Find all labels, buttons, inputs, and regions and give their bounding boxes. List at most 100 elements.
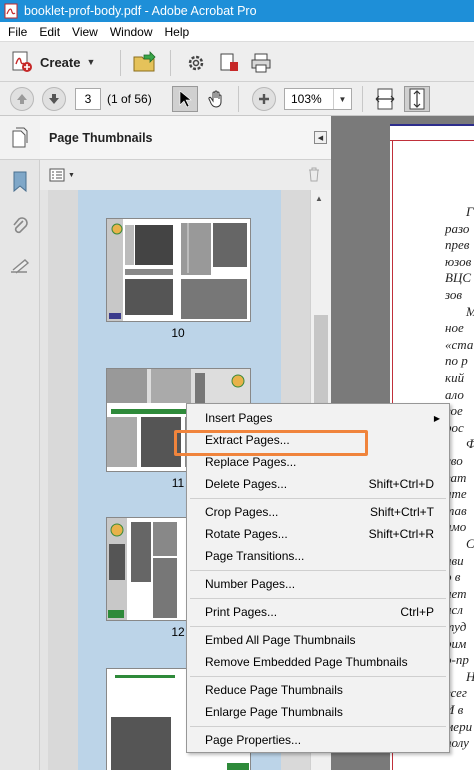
menu-file[interactable]: File bbox=[2, 25, 33, 39]
document-text-line: зов bbox=[445, 287, 463, 302]
document-text-line: по р bbox=[445, 353, 468, 369]
document-text-line: кий bbox=[445, 370, 465, 385]
menu-edit[interactable]: Edit bbox=[33, 25, 66, 39]
page-thumbnails-icon[interactable] bbox=[8, 126, 32, 150]
chevron-down-icon: ▼ bbox=[68, 171, 75, 179]
menu-item-page-transitions[interactable]: Page Transitions... bbox=[188, 545, 448, 567]
zoom-select[interactable]: 103% ▼ bbox=[284, 88, 352, 110]
arrow-down-icon bbox=[49, 94, 59, 104]
menu-item-label: Remove Embedded Page Thumbnails bbox=[205, 655, 408, 669]
document-text-line: Н bbox=[466, 669, 474, 685]
menu-item-label: Replace Pages... bbox=[205, 455, 297, 469]
document-text-line: Ф bbox=[466, 436, 474, 452]
menu-item-insert-pages[interactable]: Insert Pages ▶ bbox=[188, 407, 448, 429]
print-icon[interactable] bbox=[248, 50, 274, 76]
document-text-line: М bbox=[466, 304, 474, 320]
menu-item-page-properties[interactable]: Page Properties... bbox=[188, 729, 448, 751]
main-toolbar: Create ▼ bbox=[0, 42, 474, 82]
chevron-down-icon: ▼ bbox=[86, 57, 96, 67]
menu-item-reduce-thumbnails[interactable]: Reduce Page Thumbnails bbox=[188, 679, 448, 701]
menu-item-print-pages[interactable]: Print Pages... Ctrl+P bbox=[188, 601, 448, 623]
fit-page-icon[interactable] bbox=[404, 86, 430, 112]
window-title: booklet-prof-body.pdf - Adobe Acrobat Pr… bbox=[24, 4, 257, 18]
menu-item-label: Rotate Pages... bbox=[205, 527, 288, 541]
menu-separator bbox=[190, 598, 446, 599]
options-button[interactable]: ▼ bbox=[49, 166, 75, 184]
options-list-icon bbox=[49, 168, 65, 182]
menu-view[interactable]: View bbox=[66, 25, 104, 39]
menu-item-enlarge-thumbnails[interactable]: Enlarge Page Thumbnails bbox=[188, 701, 448, 723]
rail-header bbox=[0, 116, 40, 160]
menu-item-label: Delete Pages... bbox=[205, 477, 288, 491]
create-button[interactable]: Create ▼ bbox=[10, 50, 95, 74]
next-page-button[interactable] bbox=[42, 87, 66, 111]
menu-item-label: Number Pages... bbox=[205, 577, 296, 591]
scrollbar-thumb[interactable] bbox=[314, 315, 328, 410]
menu-item-label: Enlarge Page Thumbnails bbox=[205, 705, 343, 719]
document-text-line: юзов bbox=[445, 253, 472, 269]
menu-separator bbox=[190, 676, 446, 677]
menu-item-crop-pages[interactable]: Crop Pages... Shift+Ctrl+T bbox=[188, 501, 448, 523]
panel-toolbar: ▼ bbox=[40, 160, 331, 190]
document-text-line: Г bbox=[466, 204, 474, 219]
create-pdf-icon bbox=[12, 51, 32, 72]
document-text-line: прев bbox=[445, 237, 470, 253]
menu-item-remove-thumbnails[interactable]: Remove Embedded Page Thumbnails bbox=[188, 651, 448, 673]
hand-icon bbox=[208, 90, 222, 108]
document-text-line: разо bbox=[445, 220, 470, 236]
page-count: (1 of 56) bbox=[107, 92, 152, 106]
zoom-in-button[interactable] bbox=[252, 87, 276, 111]
bookmark-icon[interactable] bbox=[8, 170, 32, 194]
menu-window[interactable]: Window bbox=[104, 25, 159, 39]
navigation-rail bbox=[0, 116, 40, 770]
create-label: Create bbox=[40, 54, 81, 70]
panel-title: Page Thumbnails bbox=[49, 131, 153, 145]
menu-item-label: Page Transitions... bbox=[205, 549, 305, 563]
thumbnail-image bbox=[107, 219, 247, 321]
collapse-panel-button[interactable]: ◀ bbox=[314, 131, 327, 144]
menu-separator bbox=[190, 570, 446, 571]
page-edit-icon[interactable] bbox=[216, 50, 242, 76]
pdf-file-icon bbox=[4, 3, 18, 19]
signature-icon[interactable] bbox=[8, 256, 32, 280]
arrow-up-icon bbox=[17, 94, 27, 104]
menu-item-shortcut: Shift+Ctrl+T bbox=[369, 505, 434, 519]
menu-item-number-pages[interactable]: Number Pages... bbox=[188, 573, 448, 595]
trash-icon[interactable] bbox=[307, 166, 321, 182]
attachment-icon[interactable] bbox=[8, 214, 32, 238]
menu-item-label: Reduce Page Thumbnails bbox=[205, 683, 343, 697]
menu-item-shortcut: Ctrl+P bbox=[400, 605, 434, 619]
menu-item-embed-thumbnails[interactable]: Embed All Page Thumbnails bbox=[188, 629, 448, 651]
page-border-line bbox=[390, 140, 474, 141]
menu-item-delete-pages[interactable]: Delete Pages... Shift+Ctrl+D bbox=[188, 473, 448, 495]
chevron-down-icon[interactable]: ▼ bbox=[333, 89, 351, 109]
submenu-arrow-icon: ▶ bbox=[433, 413, 440, 423]
scroll-up-icon[interactable]: ▲ bbox=[315, 194, 323, 203]
menu-item-label: Print Pages... bbox=[205, 605, 278, 619]
navigation-toolbar: 3 (1 of 56) 103% ▼ bbox=[0, 82, 474, 116]
menu-item-label: Page Properties... bbox=[205, 733, 302, 747]
select-tool-button[interactable] bbox=[172, 86, 198, 112]
page-thumbnail[interactable] bbox=[106, 218, 251, 322]
menu-item-label: Crop Pages... bbox=[205, 505, 279, 519]
open-folder-icon[interactable] bbox=[132, 50, 158, 76]
menu-item-rotate-pages[interactable]: Rotate Pages... Shift+Ctrl+R bbox=[188, 523, 448, 545]
document-text-line: ало bbox=[445, 386, 464, 402]
document-text-line: С bbox=[466, 536, 474, 551]
fit-width-icon[interactable] bbox=[372, 86, 398, 112]
gear-icon[interactable] bbox=[183, 50, 209, 76]
menu-help[interactable]: Help bbox=[159, 25, 196, 39]
page-number-input[interactable]: 3 bbox=[75, 88, 101, 110]
title-bar: booklet-prof-body.pdf - Adobe Acrobat Pr… bbox=[0, 0, 474, 22]
previous-page-button[interactable] bbox=[10, 87, 34, 111]
menu-item-label: Embed All Page Thumbnails bbox=[205, 633, 356, 647]
hand-tool-button[interactable] bbox=[204, 86, 230, 112]
menu-item-shortcut: Shift+Ctrl+D bbox=[368, 477, 434, 491]
toolbar-divider bbox=[362, 86, 363, 112]
document-text-line: ное bbox=[445, 320, 464, 336]
menu-separator bbox=[190, 626, 446, 627]
panel-header: Page Thumbnails ◀ bbox=[40, 116, 331, 160]
menu-item-shortcut: Shift+Ctrl+R bbox=[368, 527, 434, 541]
plus-icon bbox=[259, 94, 269, 104]
highlight-annotation bbox=[174, 430, 368, 456]
